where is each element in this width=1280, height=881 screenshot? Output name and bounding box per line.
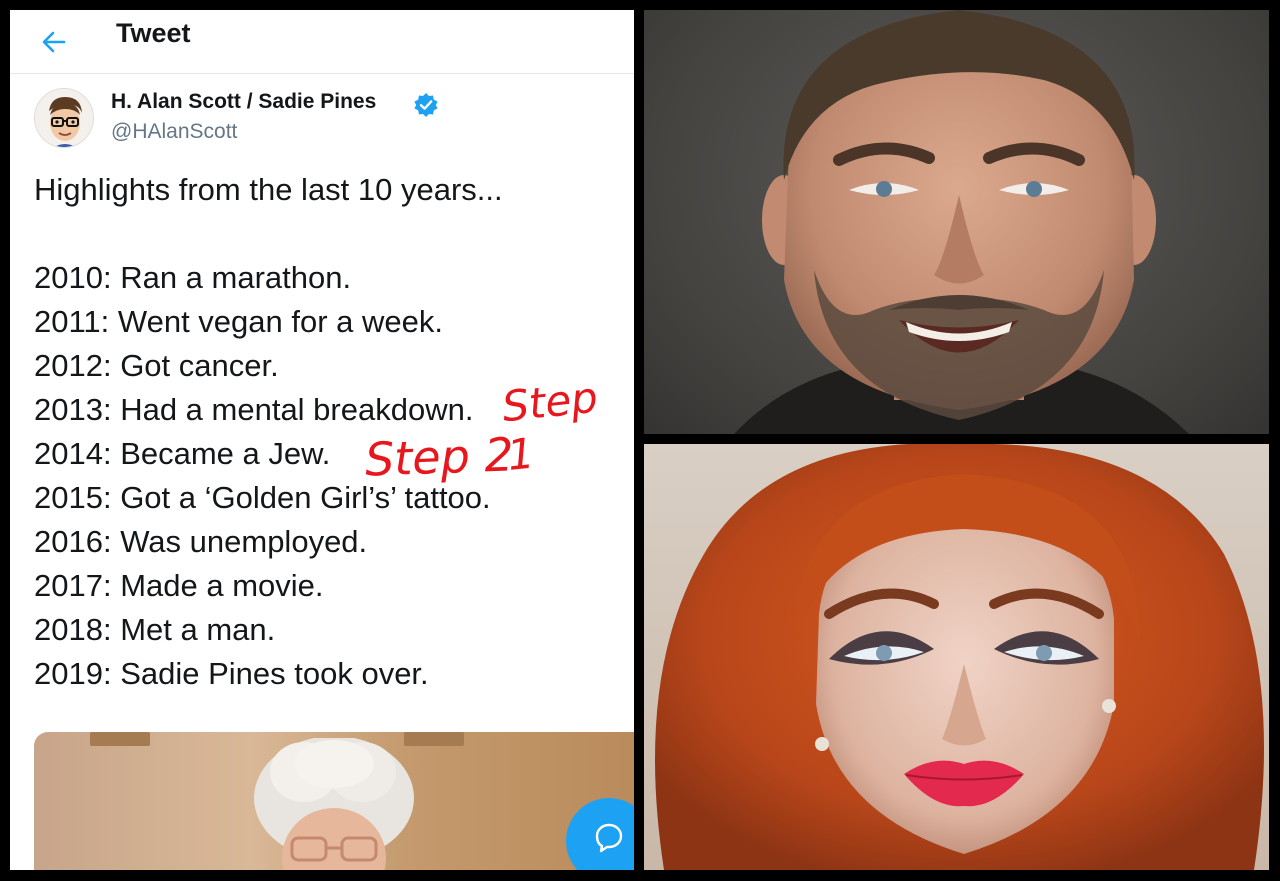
tweet-header: Tweet [10, 10, 634, 74]
handwritten-annotation-step2: Step 2 [364, 427, 515, 487]
tweet-line: 2013: Had a mental breakdown. [34, 392, 474, 427]
display-name[interactable]: H. Alan Scott / Sadie Pines [111, 90, 376, 114]
tweet-line: 2016: Was unemployed. [34, 524, 368, 559]
drag-queen-illustration [655, 444, 1264, 870]
tweet-line: 2019: Sadie Pines took over. [34, 656, 429, 691]
tweet-line: 2017: Made a movie. [34, 568, 324, 603]
portrait-photo-drag-queen [644, 444, 1269, 870]
tweet-line: 2011: Went vegan for a week. [34, 304, 443, 339]
avatar[interactable] [34, 88, 94, 148]
tweet-media-image[interactable] [34, 732, 634, 870]
reply-bubble-icon [595, 823, 623, 853]
portrait-photo-man [644, 10, 1269, 434]
verified-badge-icon [414, 93, 438, 117]
media-person-figure [254, 738, 414, 870]
tweet-line: 2018: Met a man. [34, 612, 276, 647]
media-cabinet-detail [90, 732, 150, 746]
smiling-man-illustration [734, 10, 1189, 434]
tweet-screenshot-panel: Tweet H. Alan Scott / Sadie Pines @HAlan… [10, 10, 634, 870]
tweet-intro: Highlights from the last 10 years... [34, 172, 503, 207]
arrow-left-icon[interactable] [38, 26, 70, 58]
tweet-line: 2012: Got cancer. [34, 348, 279, 383]
user-handle[interactable]: @HAlanScott [111, 120, 237, 144]
avatar-cartoon-icon [35, 89, 93, 147]
page-title: Tweet [116, 18, 191, 48]
tweet-line: 2010: Ran a marathon. [34, 260, 352, 295]
handwritten-annotation-step1: Step 1 [499, 372, 600, 480]
